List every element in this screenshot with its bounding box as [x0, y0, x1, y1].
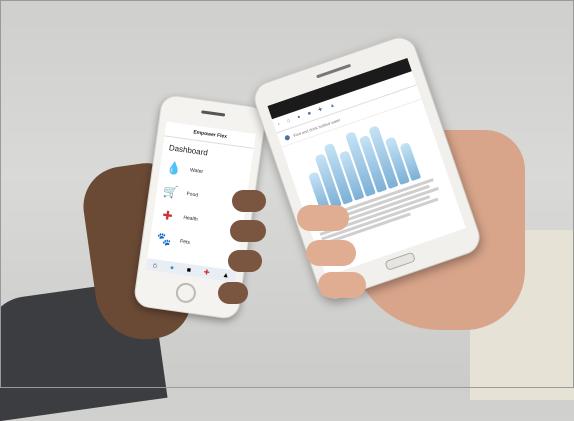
- bullet-icon: [283, 134, 291, 141]
- water-tab-icon[interactable]: ●: [169, 264, 174, 272]
- android-home-button[interactable]: [384, 251, 416, 271]
- left-finger: [218, 282, 248, 304]
- water-drop-icon[interactable]: ●: [297, 114, 302, 121]
- dashboard-item-label: Pets: [179, 238, 191, 246]
- water-drop-icon: 💧: [165, 160, 183, 176]
- first-aid-icon[interactable]: ✚: [317, 106, 323, 113]
- cart-icon[interactable]: ■: [307, 110, 312, 117]
- android-speaker: [316, 63, 352, 79]
- right-finger: [297, 205, 349, 231]
- home-icon[interactable]: ⌂: [152, 262, 157, 270]
- right-finger: [318, 272, 366, 298]
- home-icon[interactable]: ⌂: [286, 118, 291, 125]
- left-finger: [228, 250, 262, 272]
- cart-icon: 🛒: [162, 183, 180, 200]
- dashboard-item-label: Water: [189, 167, 204, 176]
- iphone-home-button[interactable]: [174, 281, 198, 305]
- dashboard-item-label: Health: [182, 214, 199, 223]
- more-icon[interactable]: ▲: [222, 271, 230, 279]
- back-icon[interactable]: ‹: [277, 121, 281, 127]
- dashboard-item-label: Food: [186, 191, 199, 199]
- left-finger: [230, 220, 266, 242]
- pet-carrier-icon: 🐾: [155, 231, 173, 248]
- right-finger: [306, 240, 356, 266]
- pet-carrier-icon[interactable]: ▲: [329, 102, 336, 109]
- car-icon[interactable]: ■: [186, 266, 191, 274]
- first-aid-tab-icon[interactable]: ✚: [203, 268, 210, 277]
- iphone-earpiece: [201, 110, 226, 117]
- android-screen: ‹ ⌂ ● ■ ✚ ▲ Find and drink bottled water: [267, 57, 466, 277]
- bottom-tab-bar: ⌂ ● ■ ✚ ▲: [145, 258, 237, 283]
- first-aid-icon: ✚: [161, 207, 174, 224]
- left-finger: [232, 190, 266, 212]
